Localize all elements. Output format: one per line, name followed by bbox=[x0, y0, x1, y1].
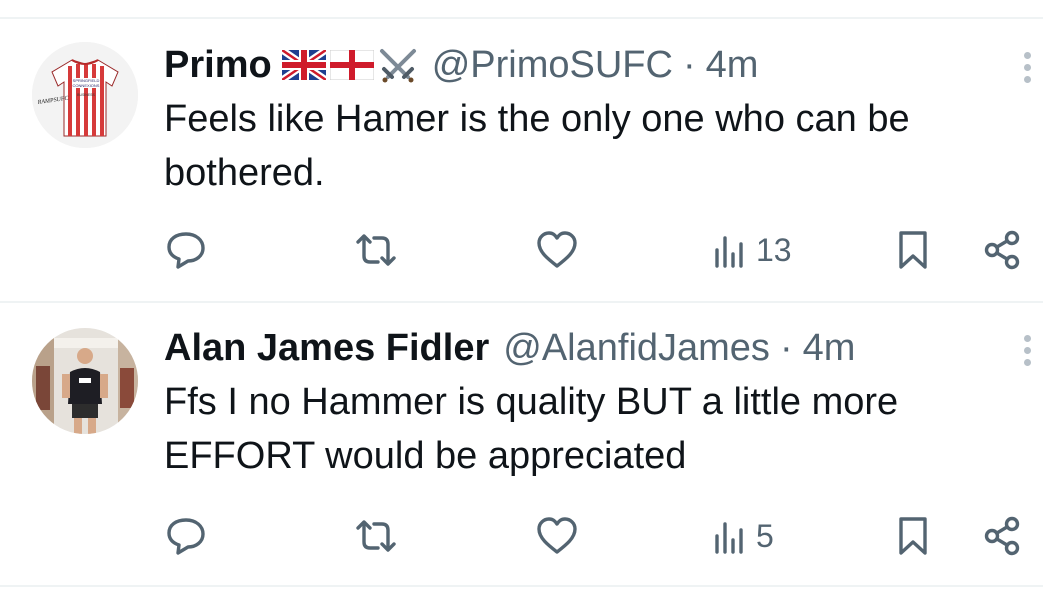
author-handle[interactable]: @AlanfidJames bbox=[503, 327, 770, 370]
england-flag-icon bbox=[329, 50, 374, 80]
bookmark-icon bbox=[899, 231, 927, 269]
views-chart-icon bbox=[715, 236, 743, 268]
share-icon bbox=[984, 230, 1020, 270]
reply-icon bbox=[167, 518, 205, 555]
share-button[interactable] bbox=[980, 225, 1024, 275]
more-options-icon[interactable] bbox=[1018, 52, 1036, 83]
person-photo-avatar-icon bbox=[32, 328, 138, 434]
repost-button[interactable] bbox=[352, 225, 400, 275]
bottom-divider bbox=[0, 585, 1043, 587]
reply-button[interactable] bbox=[164, 511, 208, 561]
tweet-1[interactable]: SPRINGFIELD CONNEXIONS BUSINESS RAMPSUFC… bbox=[0, 0, 1043, 300]
tweet-2-header: Alan James Fidler @AlanfidJames · 4m bbox=[164, 325, 855, 371]
bookmark-button[interactable] bbox=[893, 511, 933, 561]
heart-icon bbox=[537, 517, 577, 554]
repost-icon bbox=[356, 520, 396, 552]
reply-icon bbox=[167, 232, 205, 269]
views-button[interactable]: 13 bbox=[712, 225, 792, 275]
tweet-1-actions: 13 bbox=[0, 225, 1043, 275]
repost-button[interactable] bbox=[352, 511, 400, 561]
more-options-icon[interactable] bbox=[1018, 335, 1036, 366]
like-button[interactable] bbox=[534, 225, 580, 275]
like-button[interactable] bbox=[534, 511, 580, 561]
avatar-alan[interactable] bbox=[32, 328, 138, 434]
views-chart-icon bbox=[715, 522, 743, 554]
crossed-swords-icon bbox=[379, 49, 416, 83]
uk-flag-icon bbox=[281, 50, 326, 80]
separator-dot: · bbox=[779, 326, 793, 369]
heart-icon bbox=[537, 231, 577, 268]
bookmark-icon bbox=[899, 517, 927, 555]
timestamp[interactable]: 4m bbox=[803, 327, 856, 370]
jersey-avatar-icon: SPRINGFIELD CONNEXIONS BUSINESS RAMPSUFC bbox=[32, 42, 138, 148]
reply-button[interactable] bbox=[164, 225, 208, 275]
timestamp[interactable]: 4m bbox=[706, 44, 759, 87]
tweet-text: Feels like Hamer is the only one who can… bbox=[164, 98, 910, 194]
jersey-chest-text: BUSINESS bbox=[77, 93, 95, 97]
author-name[interactable]: Primo bbox=[164, 44, 272, 87]
repost-icon bbox=[356, 234, 396, 266]
share-icon bbox=[984, 516, 1020, 556]
author-handle[interactable]: @PrimoSUFC bbox=[432, 44, 673, 87]
tweet-1-header: Primo @PrimoSUFC · 4m bbox=[164, 42, 758, 88]
views-count: 5 bbox=[756, 517, 774, 554]
author-name[interactable]: Alan James Fidler bbox=[164, 327, 489, 370]
bookmark-button[interactable] bbox=[893, 225, 933, 275]
tweet-text: Ffs I no Hammer is quality BUT a little … bbox=[164, 381, 899, 477]
views-count: 13 bbox=[756, 231, 792, 268]
name-emojis bbox=[281, 47, 418, 83]
separator-dot: · bbox=[682, 43, 696, 86]
tweet-2-actions: 5 bbox=[0, 511, 1043, 561]
tweet-2[interactable]: Alan James Fidler @AlanfidJames · 4m Ffs… bbox=[0, 303, 1043, 587]
avatar-primo[interactable]: SPRINGFIELD CONNEXIONS BUSINESS RAMPSUFC bbox=[32, 42, 138, 148]
views-button[interactable]: 5 bbox=[712, 511, 774, 561]
share-button[interactable] bbox=[980, 511, 1024, 561]
jersey-sponsor-subtext: CONNEXIONS bbox=[73, 83, 100, 88]
